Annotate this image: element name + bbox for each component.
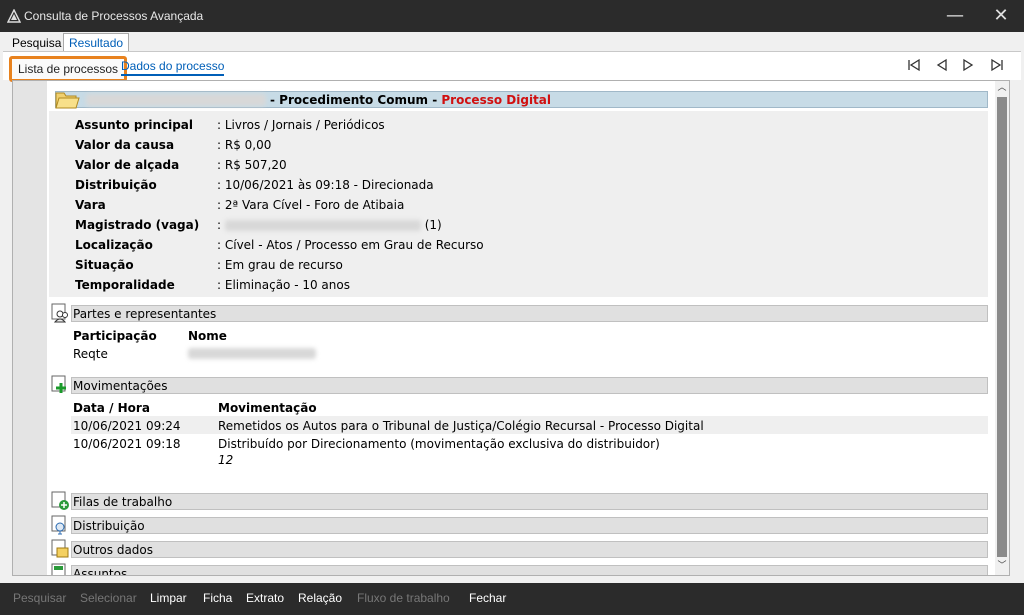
app-logo-icon [7,9,21,23]
detail-label: Vara [75,198,106,212]
section-distribuicao-title: Distribuição [73,519,145,533]
left-gutter [13,81,47,575]
window-title: Consulta de Processos Avançada [24,9,204,23]
section-distribuicao[interactable]: Distribuição [71,517,988,534]
scroll-down-icon[interactable]: ﹀ [995,559,1009,573]
detail-value: : 10/06/2021 às 09:18 - Direcionada [217,178,434,192]
scrollbar-thumb[interactable] [997,97,1007,557]
detail-label: Localização [75,238,153,252]
parte-participacao: Reqte [73,347,108,361]
relacao-button[interactable]: Relação [298,591,342,605]
distribution-icon[interactable] [51,515,71,535]
magistrado-colon: : [217,218,222,232]
app-window: Consulta de Processos Avançada — ✕ Pesqu… [0,0,1024,615]
previous-record-icon[interactable] [933,57,951,73]
detail-row: Valor de alçada : R$ 507,20 [49,155,988,175]
detail-value: : Eliminação - 10 anos [217,278,350,292]
detail-label: Assunto principal [75,118,194,132]
detail-value: : R$ 507,20 [217,158,287,172]
parte-nome-redacted[interactable] [188,348,316,359]
fluxo-de-trabalho-button[interactable]: Fluxo de trabalho [357,591,450,605]
section-filas-title: Filas de trabalho [73,495,173,509]
selecionar-button[interactable]: Selecionar [80,591,137,605]
other-data-icon[interactable] [51,539,71,559]
tab-lista-de-processos[interactable]: Lista de processos [9,56,128,82]
detail-row: Magistrado (vaga) : (1) [49,215,988,235]
movement-date: 10/06/2021 09:18 [73,437,181,451]
magistrado-vaga: (1) [424,218,442,232]
scroll-up-icon[interactable]: ︿ [995,81,1009,95]
ficha-button[interactable]: Ficha [203,591,232,605]
col-data-hora: Data / Hora [73,401,150,415]
limpar-button[interactable]: Limpar [150,591,187,605]
tab-dados-do-processo[interactable]: Dados do processo [121,59,225,76]
pesquisar-button[interactable]: Pesquisar [13,591,66,605]
detail-value: : Livros / Jornais / Periódicos [217,118,385,132]
detail-label: Situação [75,258,134,272]
detail-value: : R$ 0,00 [217,138,272,152]
process-number-redacted [86,94,266,106]
last-record-icon[interactable] [988,57,1006,73]
movement-text[interactable]: Remetidos os Autos para o Tribunal de Ju… [218,419,704,433]
section-movimentacoes-title: Movimentações [73,379,168,393]
section-partes-title: Partes e representantes [73,307,217,321]
details-scroll-area: - Procedimento Comum - Processo Digital … [47,81,997,576]
detail-label: Magistrado (vaga) [75,218,200,232]
movement-extra: 12 [218,453,234,467]
folder-icon [55,92,80,109]
section-filas-de-trabalho[interactable]: Filas de trabalho [71,493,988,510]
next-record-icon[interactable] [959,57,977,73]
first-record-icon[interactable] [905,57,923,73]
title-bar: Consulta de Processos Avançada — ✕ [0,0,1024,32]
detail-value: : 2ª Vara Cível - Foro de Atibaia [217,198,405,212]
movement-date: 10/06/2021 09:24 [73,419,181,433]
detail-label: Valor da causa [75,138,175,152]
tab-pesquisa[interactable]: Pesquisa [7,34,66,52]
detail-label: Valor de alçada [75,158,180,172]
work-queue-icon[interactable] [51,491,71,511]
fechar-button[interactable]: Fechar [469,591,506,605]
col-nome: Nome [188,329,227,343]
tab-resultado[interactable]: Resultado [63,33,130,53]
main-tabs: Pesquisa Resultado [0,32,1024,53]
process-class: - Procedimento Comum - [270,93,442,107]
people-icon[interactable] [51,303,71,323]
movements-icon[interactable] [51,375,71,395]
sub-tabs: Lista de processos Dados do processo [3,52,1021,82]
detail-row: Valor da causa : R$ 0,00 [49,135,988,155]
section-assuntos[interactable]: Assuntos [71,565,988,576]
extrato-button[interactable]: Extrato [246,591,284,605]
subjects-icon[interactable] [51,563,71,576]
section-outros-dados[interactable]: Outros dados [71,541,988,558]
detail-label: Temporalidade [75,278,175,292]
detail-label: Distribuição [75,178,157,192]
process-details: Assunto principal : Livros / Jornais / P… [49,111,988,297]
section-partes[interactable]: Partes e representantes [71,305,988,322]
detail-value: : (1) [217,218,442,232]
process-header: - Procedimento Comum - Processo Digital [55,91,988,109]
magistrado-name-redacted [224,220,421,231]
detail-value: : Em grau de recurso [217,258,343,272]
detail-row: Assunto principal : Livros / Jornais / P… [49,115,988,135]
section-assuntos-title: Assuntos [73,567,128,576]
detail-row: Temporalidade : Eliminação - 10 anos [49,275,988,295]
section-outros-title: Outros dados [73,543,154,557]
col-movimentacao: Movimentação [218,401,317,415]
detail-row: Vara : 2ª Vara Cível - Foro de Atibaia [49,195,988,215]
process-title: - Procedimento Comum - Processo Digital [270,93,551,107]
section-movimentacoes[interactable]: Movimentações [71,377,988,394]
detail-row: Situação : Em grau de recurso [49,255,988,275]
minimize-button[interactable]: — [932,0,978,32]
action-bar: Pesquisar Selecionar Limpar Ficha Extrat… [0,583,1024,615]
process-digital-label: Processo Digital [441,93,551,107]
col-participacao: Participação [73,329,157,343]
detail-value: : Cível - Atos / Processo em Grau de Rec… [217,238,484,252]
detail-row: Localização : Cível - Atos / Processo em… [49,235,988,255]
vertical-scrollbar[interactable]: ︿ ﹀ [995,81,1009,575]
close-button[interactable]: ✕ [978,0,1024,32]
movement-text[interactable]: Distribuído por Direcionamento (moviment… [218,437,660,451]
detail-row: Distribuição : 10/06/2021 às 09:18 - Dir… [49,175,988,195]
process-details-panel: - Procedimento Comum - Processo Digital … [12,80,1010,576]
